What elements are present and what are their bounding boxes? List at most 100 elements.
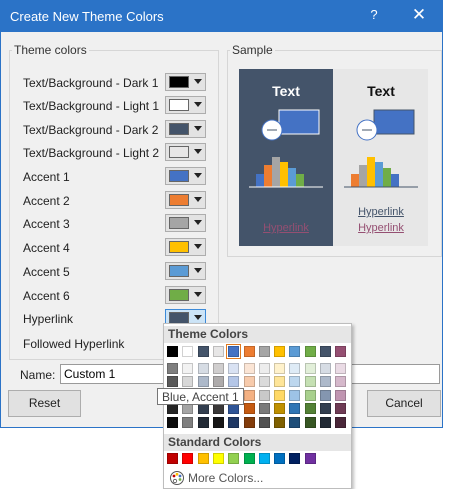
theme-color-dropdown-button[interactable] xyxy=(165,96,206,114)
theme-color-cell[interactable] xyxy=(226,344,242,359)
theme-color-cell[interactable] xyxy=(167,346,178,357)
theme-shade-cell[interactable] xyxy=(197,376,209,388)
theme-color-cell[interactable] xyxy=(243,346,255,357)
theme-shade-cell[interactable] xyxy=(197,363,209,374)
theme-color-cell[interactable] xyxy=(258,346,270,357)
theme-color-dropdown-button[interactable] xyxy=(165,73,206,91)
theme-color-label: Accent 6 xyxy=(23,289,70,303)
theme-shade-cell[interactable] xyxy=(289,363,301,374)
theme-shade-cell[interactable] xyxy=(320,416,331,428)
theme-shade-cell[interactable] xyxy=(335,403,347,415)
standard-color-cell[interactable] xyxy=(167,453,178,464)
color-chip xyxy=(169,217,189,229)
help-icon[interactable]: ? xyxy=(364,7,384,22)
theme-color-dropdown-button[interactable] xyxy=(165,143,206,161)
standard-color-cell[interactable] xyxy=(289,453,301,464)
theme-color-cell[interactable] xyxy=(274,346,286,357)
theme-shade-cell[interactable] xyxy=(320,363,331,374)
theme-color-cell[interactable] xyxy=(289,346,301,357)
close-icon[interactable]: ✕ xyxy=(404,5,434,25)
theme-color-dropdown-button[interactable] xyxy=(165,262,206,280)
sample-dark-panel: Text Hyperlink xyxy=(239,69,333,246)
theme-color-dropdown-button[interactable] xyxy=(165,286,206,304)
standard-color-cell[interactable] xyxy=(197,453,209,464)
theme-color-dropdown-button[interactable] xyxy=(165,167,206,185)
theme-shade-cell[interactable] xyxy=(320,389,331,401)
theme-shade-cell[interactable] xyxy=(289,389,301,401)
theme-shade-cell[interactable] xyxy=(212,376,224,388)
theme-shade-cell[interactable] xyxy=(274,416,286,428)
theme-shade-cell[interactable] xyxy=(320,376,331,388)
standard-color-cell[interactable] xyxy=(304,453,316,464)
name-label: Name: xyxy=(20,368,56,382)
color-chip xyxy=(169,146,189,158)
reset-button[interactable]: Reset xyxy=(8,390,81,417)
standard-color-cell[interactable] xyxy=(212,453,224,464)
theme-shade-cell[interactable] xyxy=(182,376,194,388)
standard-color-cell[interactable] xyxy=(228,453,240,464)
chevron-down-icon xyxy=(194,315,202,320)
standard-color-cell[interactable] xyxy=(258,453,270,464)
theme-shade-cell[interactable] xyxy=(304,416,316,428)
theme-color-cell[interactable] xyxy=(182,346,194,357)
sample-dark-bars xyxy=(249,157,323,188)
color-chip xyxy=(169,194,189,206)
theme-shade-cell[interactable] xyxy=(243,376,255,388)
theme-shade-cell[interactable] xyxy=(335,376,347,388)
theme-shade-cell[interactable] xyxy=(212,363,224,374)
theme-shade-cell[interactable] xyxy=(304,389,316,401)
theme-shade-cell[interactable] xyxy=(243,403,255,415)
theme-shade-cell[interactable] xyxy=(258,376,270,388)
theme-color-cell[interactable] xyxy=(197,346,209,357)
sample-dark-hyperlink: Hyperlink xyxy=(263,222,309,234)
theme-color-cell[interactable] xyxy=(335,346,347,357)
theme-color-dropdown-button[interactable] xyxy=(165,120,206,138)
theme-shade-cell[interactable] xyxy=(289,403,301,415)
standard-color-cell[interactable] xyxy=(182,453,194,464)
theme-color-cell[interactable] xyxy=(304,346,316,357)
theme-shade-cell[interactable] xyxy=(212,416,224,428)
theme-shade-cell[interactable] xyxy=(274,363,286,374)
theme-shade-cell[interactable] xyxy=(335,416,347,428)
theme-shade-cell[interactable] xyxy=(274,376,286,388)
theme-shade-cell[interactable] xyxy=(243,416,255,428)
theme-color-cell[interactable] xyxy=(212,346,224,357)
theme-shade-cell[interactable] xyxy=(304,376,316,388)
theme-shade-cell[interactable] xyxy=(182,416,194,428)
theme-color-cell[interactable] xyxy=(320,346,331,357)
theme-shade-cell[interactable] xyxy=(228,416,240,428)
theme-shade-cell[interactable] xyxy=(258,416,270,428)
theme-shade-cell[interactable] xyxy=(258,363,270,374)
theme-shade-cell[interactable] xyxy=(182,363,194,374)
theme-shade-cell[interactable] xyxy=(274,403,286,415)
theme-color-dropdown-button[interactable] xyxy=(165,238,206,256)
title-bar: Create New Theme Colors ? ✕ xyxy=(1,1,442,32)
theme-shade-cell[interactable] xyxy=(167,363,178,374)
theme-color-dropdown-button[interactable] xyxy=(165,214,206,232)
theme-shade-cell[interactable] xyxy=(304,363,316,374)
theme-shade-cell[interactable] xyxy=(258,403,270,415)
theme-shade-cell[interactable] xyxy=(335,363,347,374)
theme-color-label: Text/Background - Light 1 xyxy=(23,99,160,113)
theme-shade-cell[interactable] xyxy=(289,416,301,428)
theme-shade-cell[interactable] xyxy=(335,389,347,401)
color-chip xyxy=(169,99,189,111)
standard-color-cell[interactable] xyxy=(243,453,255,464)
color-tooltip: Blue, Accent 1 xyxy=(157,388,244,405)
theme-shade-cell[interactable] xyxy=(320,403,331,415)
theme-shade-cell[interactable] xyxy=(304,403,316,415)
cancel-button[interactable]: Cancel xyxy=(367,390,441,417)
theme-shade-cell[interactable] xyxy=(289,376,301,388)
theme-color-label: Accent 4 xyxy=(23,241,70,255)
theme-shade-cell[interactable] xyxy=(258,389,270,401)
theme-shade-cell[interactable] xyxy=(274,389,286,401)
theme-shade-cell[interactable] xyxy=(197,416,209,428)
theme-shade-cell[interactable] xyxy=(167,376,178,388)
theme-shade-cell[interactable] xyxy=(167,416,178,428)
theme-shade-cell[interactable] xyxy=(243,363,255,374)
theme-shade-cell[interactable] xyxy=(228,363,240,374)
theme-shade-cell[interactable] xyxy=(228,376,240,388)
theme-color-dropdown-button[interactable] xyxy=(165,191,206,209)
theme-shade-cell[interactable] xyxy=(243,389,255,401)
standard-color-cell[interactable] xyxy=(274,453,286,464)
